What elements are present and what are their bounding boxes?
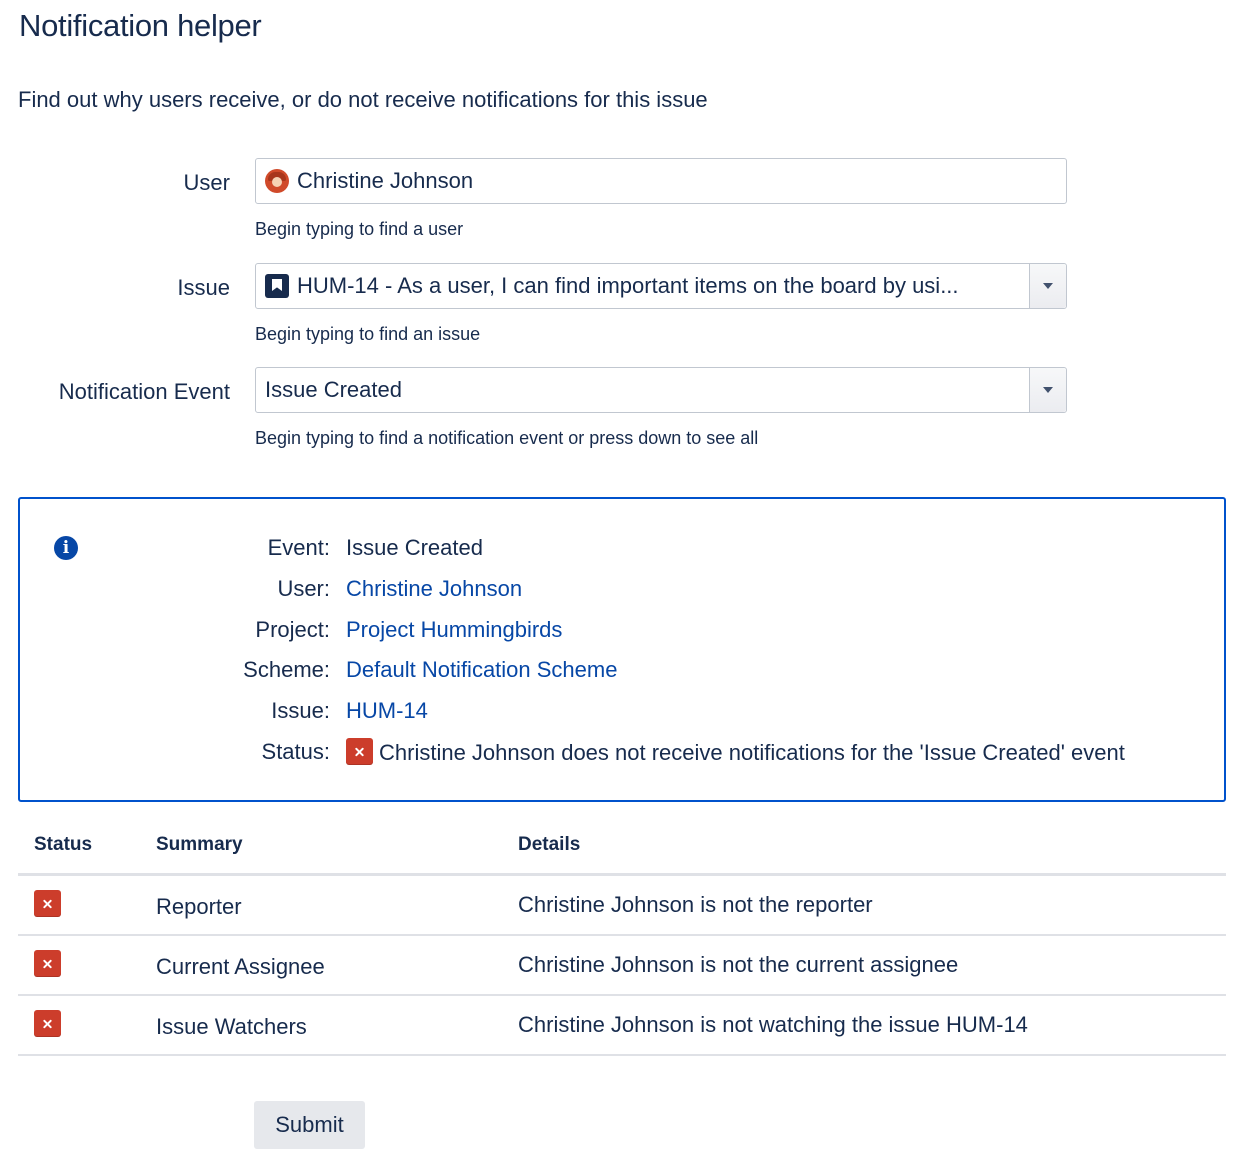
row-details: Christine Johnson is not watching the is… [518,1012,1028,1037]
info-key: User: [277,576,330,601]
user-label: User [183,170,230,195]
results-table-header: Status Summary Details [18,832,1226,872]
info-row-issue: Issue: HUM-14 [20,698,1220,728]
row-details: Christine Johnson is not the current ass… [518,952,959,977]
event-help-text: Begin typing to find a notification even… [255,428,759,448]
error-x-icon [34,1010,61,1037]
error-x-icon [34,890,61,917]
table-row: Reporter Christine Johnson is not the re… [18,876,1226,936]
info-row-scheme: Scheme: Default Notification Scheme [20,657,1220,687]
info-scheme-link[interactable]: Default Notification Scheme [346,657,617,683]
notification-result-panel: i Event: Issue Created User: Christine J… [18,497,1226,802]
chevron-down-icon [1043,387,1053,393]
info-row-project: Project: Project Hummingbirds [20,617,1220,647]
event-dropdown-button[interactable] [1029,368,1066,412]
issue-help-text: Begin typing to find an issue [255,324,481,344]
error-x-icon [34,950,61,977]
chevron-down-icon [1043,283,1053,289]
info-key: Project: [255,617,330,642]
user-avatar-icon [265,169,289,193]
column-header-summary: Summary [156,834,243,855]
submit-button[interactable]: Submit [254,1101,365,1149]
user-help-text: Begin typing to find a user [255,219,464,239]
user-picker-value: Christine Johnson [297,168,474,193]
info-project-link[interactable]: Project Hummingbirds [346,617,562,643]
info-key: Status: [261,739,330,764]
info-status-value: Christine Johnson does not receive notif… [346,738,1125,766]
info-key: Event: [267,535,330,560]
info-row-status: Status: Christine Johnson does not recei… [20,738,1220,769]
error-x-icon [346,738,373,765]
issue-picker-input[interactable]: HUM-14 - As a user, I can find important… [255,263,1067,309]
row-summary: Current Assignee [156,954,325,979]
story-bookmark-icon [265,274,289,298]
page-description: Find out why users receive, or do not re… [18,87,708,112]
info-row-event: Event: Issue Created [20,535,1220,565]
column-header-details: Details [518,834,581,855]
issue-picker-value: HUM-14 - As a user, I can find important… [297,273,959,298]
row-summary: Reporter [156,894,242,919]
event-picker-input[interactable]: Issue Created [255,367,1067,413]
info-status-text: Christine Johnson does not receive notif… [379,739,1125,765]
info-key: Issue: [271,698,330,723]
row-summary: Issue Watchers [156,1014,307,1039]
event-picker-value: Issue Created [265,377,402,402]
issue-label: Issue [177,275,230,300]
issue-dropdown-button[interactable] [1029,264,1066,308]
table-row: Current Assignee Christine Johnson is no… [18,936,1226,996]
info-event-value: Issue Created [346,535,483,560]
info-user-link[interactable]: Christine Johnson [346,576,522,602]
row-details: Christine Johnson is not the reporter [518,892,873,917]
info-row-user: User: Christine Johnson [20,576,1220,606]
user-picker-input[interactable]: Christine Johnson [255,158,1067,204]
page-title: Notification helper [19,8,262,43]
info-key: Scheme: [243,657,330,682]
column-header-status: Status [34,834,93,855]
table-row: Issue Watchers Christine Johnson is not … [18,996,1226,1056]
info-issue-link[interactable]: HUM-14 [346,698,428,724]
event-label: Notification Event [58,379,230,404]
